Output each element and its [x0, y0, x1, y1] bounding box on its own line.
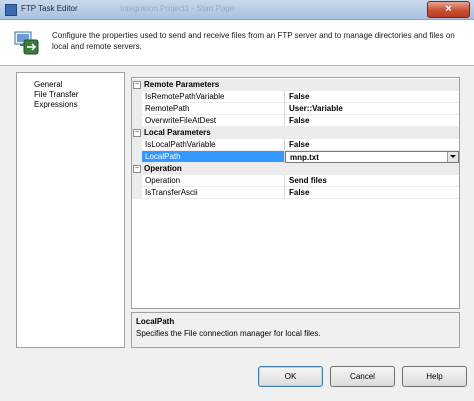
collapse-icon[interactable]: −	[133, 129, 141, 137]
ok-button[interactable]: OK	[258, 366, 323, 387]
property-row[interactable]: OverwriteFileAtDest False	[132, 115, 459, 127]
property-value[interactable]: Send files	[285, 175, 459, 187]
nav-item-general[interactable]: General	[34, 80, 62, 90]
property-row[interactable]: Operation Send files	[132, 175, 459, 187]
header-panel: Configure the properties used to send an…	[0, 20, 474, 66]
dropdown-button[interactable]	[447, 152, 458, 162]
property-value[interactable]: False	[285, 115, 459, 127]
property-row[interactable]: IsLocalPathVariable False	[132, 139, 459, 151]
category-local-parameters[interactable]: − Local Parameters	[132, 127, 459, 139]
description-text: Specifies the File connection manager fo…	[136, 329, 321, 338]
category-label: Operation	[144, 164, 182, 173]
help-button[interactable]: Help	[402, 366, 467, 387]
property-name: IsTransferAscii	[142, 187, 285, 199]
category-remote-parameters[interactable]: − Remote Parameters	[132, 79, 459, 91]
property-row-selected[interactable]: LocalPath mnp.txt	[132, 151, 459, 163]
property-name: IsLocalPathVariable	[142, 139, 285, 151]
cancel-button[interactable]: Cancel	[330, 366, 395, 387]
category-label: Local Parameters	[144, 128, 211, 137]
category-operation[interactable]: − Operation	[132, 163, 459, 175]
chevron-down-icon	[450, 155, 456, 158]
property-row[interactable]: IsTransferAscii False	[132, 187, 459, 199]
header-description: Configure the properties used to send an…	[52, 31, 455, 51]
property-name: RemotePath	[142, 103, 285, 115]
property-value[interactable]: False	[285, 187, 459, 199]
page-list: General File Transfer Expressions	[16, 72, 125, 348]
close-button[interactable]: ×	[427, 1, 470, 18]
local-path-combobox[interactable]: mnp.txt	[285, 151, 459, 163]
background-window-title: Integration Project1 - Start Page	[120, 4, 235, 13]
nav-item-file-transfer[interactable]: File Transfer	[34, 90, 78, 100]
property-value[interactable]: False	[285, 139, 459, 151]
nav-item-expressions[interactable]: Expressions	[34, 100, 78, 110]
collapse-icon[interactable]: −	[133, 81, 141, 89]
property-name: LocalPath	[142, 151, 285, 163]
app-icon	[5, 4, 17, 16]
property-name: IsRemotePathVariable	[142, 91, 285, 103]
property-name: Operation	[142, 175, 285, 187]
combobox-value: mnp.txt	[290, 153, 319, 162]
property-description-panel: LocalPath Specifies the File connection …	[131, 312, 460, 348]
description-title: LocalPath	[136, 317, 175, 326]
property-name: OverwriteFileAtDest	[142, 115, 285, 127]
property-value[interactable]: False	[285, 91, 459, 103]
category-label: Remote Parameters	[144, 80, 220, 89]
property-grid: − Remote Parameters IsRemotePathVariable…	[131, 77, 460, 309]
property-row[interactable]: IsRemotePathVariable False	[132, 91, 459, 103]
property-value[interactable]: User::Variable	[285, 103, 459, 115]
property-row[interactable]: RemotePath User::Variable	[132, 103, 459, 115]
ftp-task-icon	[14, 31, 39, 55]
window-title: FTP Task Editor	[21, 4, 78, 13]
collapse-icon[interactable]: −	[133, 165, 141, 173]
title-bar: FTP Task Editor Integration Project1 - S…	[0, 0, 474, 20]
